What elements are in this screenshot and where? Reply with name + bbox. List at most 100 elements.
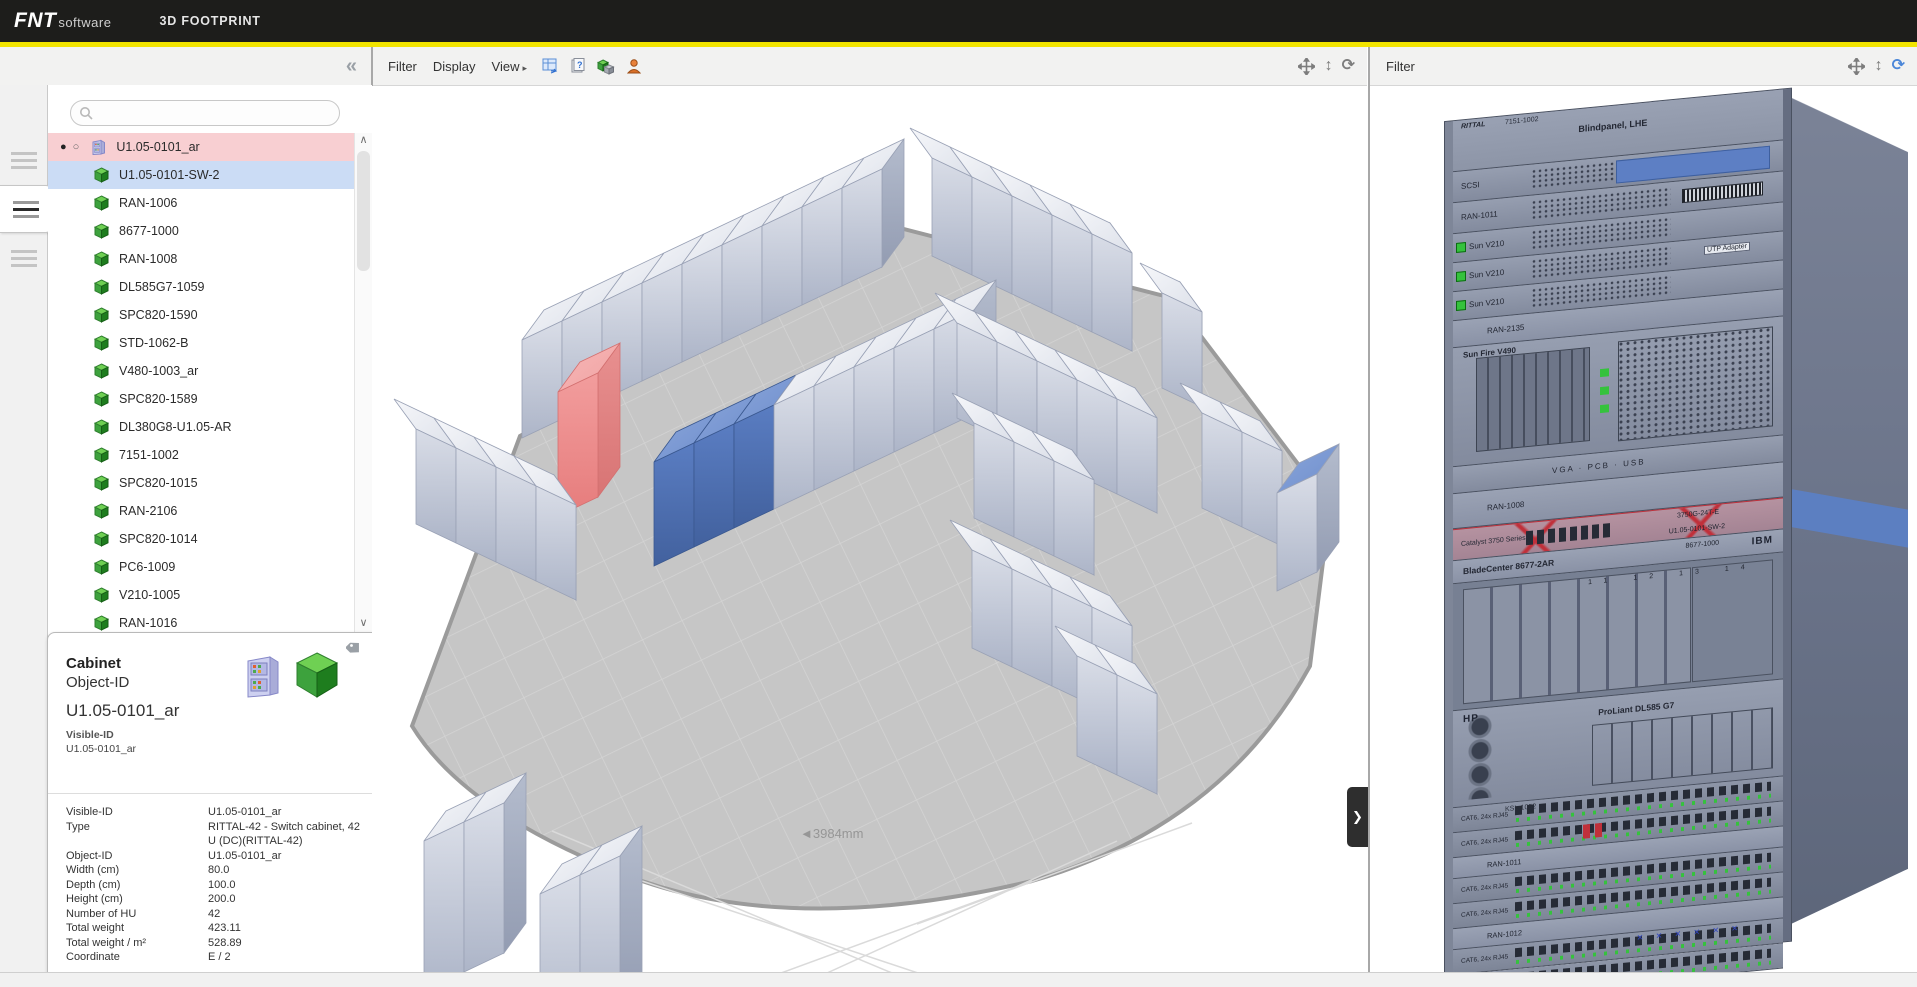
cabinet-face[interactable] <box>464 803 504 972</box>
tree-item-RAN-1006[interactable]: RAN-1006 <box>48 189 355 217</box>
cabinet-face[interactable] <box>842 169 882 286</box>
refresh-icon[interactable]: ⟳ <box>1342 58 1355 74</box>
left-panel-toolbar: « <box>0 47 371 86</box>
device-lbl: Catalyst 3750 Series <box>1461 535 1526 548</box>
rack-3d-view[interactable]: Blindpanel, LHERITTAL7151-1002SCSIRAN-10… <box>1370 86 1917 973</box>
cube-icon <box>94 475 110 491</box>
bottom-strip <box>0 972 1917 987</box>
radio-unselected[interactable]: ○ <box>73 141 80 153</box>
tree-item-7151-1002[interactable]: 7151-1002 <box>48 441 355 469</box>
tree-item-U1.05-0101-SW-2[interactable]: U1.05-0101-SW-2 <box>48 161 355 189</box>
cabinet-face[interactable] <box>1052 215 1092 332</box>
device-sub2: 7151-1002 <box>1505 116 1538 126</box>
tree-item-U1.05-0101_ar[interactable]: ●○U1.05-0101_ar <box>48 133 355 161</box>
tree-item-RAN-1016[interactable]: RAN-1016 <box>48 609 355 632</box>
tree-item-RAN-1008[interactable]: RAN-1008 <box>48 245 355 273</box>
cabinet-face[interactable] <box>416 429 456 543</box>
tree-item-V210-1005[interactable]: V210-1005 <box>48 581 355 609</box>
scroll-up-icon[interactable]: ∧ <box>355 133 372 149</box>
tree-item-8677-1000[interactable]: 8677-1000 <box>48 217 355 245</box>
fit-height-icon[interactable]: ↕ <box>1875 58 1883 74</box>
cabinet-face[interactable] <box>854 348 894 471</box>
cabinet-face[interactable] <box>1012 196 1052 313</box>
cabinet-face[interactable] <box>424 822 464 973</box>
cabinet-face[interactable] <box>762 207 802 324</box>
collapse-panel-icon[interactable]: « <box>346 55 357 78</box>
cabinet-face[interactable] <box>1092 234 1132 351</box>
tree-item-DL585G7-1059[interactable]: DL585G7-1059 <box>48 273 355 301</box>
rail-tab-3[interactable] <box>0 235 47 281</box>
tree-item-label: SPC820-1014 <box>119 532 198 546</box>
cube-icon <box>94 335 110 351</box>
cabinet-face[interactable] <box>1117 675 1157 794</box>
tree-item-V480-1003_ar[interactable]: V480-1003_ar <box>48 357 355 385</box>
cabinet-face[interactable] <box>456 448 496 562</box>
cabinet-face[interactable] <box>774 386 814 509</box>
move-icon[interactable] <box>1298 57 1316 75</box>
cabinet-face[interactable] <box>974 423 1014 537</box>
cabinet-face[interactable] <box>894 329 934 452</box>
scrollbar-thumb[interactable] <box>357 151 370 271</box>
cabinet-face[interactable] <box>504 773 526 953</box>
fit-height-icon[interactable]: ↕ <box>1325 58 1333 74</box>
led-indicator <box>1456 300 1466 311</box>
cabinet-face[interactable] <box>1242 432 1282 546</box>
cabinet-face[interactable] <box>734 405 774 528</box>
search-input[interactable] <box>101 105 331 121</box>
menu-view[interactable]: View▸ <box>492 59 527 74</box>
user-icon[interactable] <box>625 57 643 75</box>
report-question-icon[interactable]: ? <box>569 57 587 75</box>
scroll-down-icon[interactable]: ∨ <box>355 616 372 632</box>
radio-selected[interactable]: ● <box>60 141 67 153</box>
cabinet-face[interactable] <box>496 467 536 581</box>
cabinet-face[interactable] <box>1012 569 1052 686</box>
tree-item-PC6-1009[interactable]: PC6-1009 <box>48 553 355 581</box>
tree-item-SPC820-1589[interactable]: SPC820-1589 <box>48 385 355 413</box>
cabinet-face[interactable] <box>580 856 620 973</box>
tree-item-STD-1062-B[interactable]: STD-1062-B <box>48 329 355 357</box>
cube-icon <box>94 391 110 407</box>
cabinet-face[interactable] <box>1117 399 1157 513</box>
tree-scrollbar[interactable]: ∧ ∨ <box>354 133 372 632</box>
cabinet-face[interactable] <box>802 188 842 305</box>
cabinet-face[interactable] <box>1277 474 1317 591</box>
cabinet-face[interactable] <box>654 443 694 566</box>
cabinet-face[interactable] <box>522 321 562 438</box>
cabinet-face[interactable] <box>722 226 762 343</box>
tree-search[interactable] <box>70 100 340 126</box>
cabinet-face[interactable] <box>932 158 972 275</box>
layout-grid-icon[interactable] <box>541 57 559 75</box>
tag-icon[interactable] <box>346 640 362 656</box>
led-column <box>1600 369 1609 429</box>
cabinet-face[interactable] <box>1054 461 1094 575</box>
menu-filter[interactable]: Filter <box>388 59 417 74</box>
cabinet-face[interactable] <box>682 245 722 362</box>
cubes-icon[interactable] <box>597 57 615 75</box>
expand-panel-button[interactable]: ❯ <box>1347 787 1368 847</box>
cabinet-face[interactable] <box>642 264 682 381</box>
rail-tab-1[interactable] <box>0 137 47 183</box>
tree-item-RAN-2106[interactable]: RAN-2106 <box>48 497 355 525</box>
cabinet-face[interactable] <box>1202 413 1242 527</box>
room-3d-view[interactable]: ◄3984mm <box>372 86 1367 973</box>
tree-item-DL380G8-U1.05-AR[interactable]: DL380G8-U1.05-AR <box>48 413 355 441</box>
cabinet-face[interactable] <box>694 424 734 547</box>
cabinet-face[interactable] <box>1162 293 1202 407</box>
tree-item-label: RAN-1008 <box>119 252 177 266</box>
rail-tab-2-active[interactable] <box>0 185 52 233</box>
app-title: 3D FOOTPRINT <box>159 14 260 28</box>
tree-item-SPC820-1590[interactable]: SPC820-1590 <box>48 301 355 329</box>
rack-menu-filter[interactable]: Filter <box>1386 59 1415 74</box>
cabinet-face[interactable] <box>1077 656 1117 775</box>
tree-item-SPC820-1014[interactable]: SPC820-1014 <box>48 525 355 553</box>
cabinet-face[interactable] <box>536 486 576 600</box>
cabinet-face[interactable] <box>972 550 1012 667</box>
rack-front-face[interactable]: Blindpanel, LHERITTAL7151-1002SCSIRAN-10… <box>1445 89 1791 973</box>
cabinet-face[interactable] <box>972 177 1012 294</box>
move-icon[interactable] <box>1848 57 1866 75</box>
tree-item-SPC820-1015[interactable]: SPC820-1015 <box>48 469 355 497</box>
refresh-icon[interactable]: ⟳ <box>1892 58 1905 74</box>
menu-display[interactable]: Display <box>433 59 476 74</box>
cabinet-face[interactable] <box>1014 442 1054 556</box>
cabinet-face[interactable] <box>814 367 854 490</box>
